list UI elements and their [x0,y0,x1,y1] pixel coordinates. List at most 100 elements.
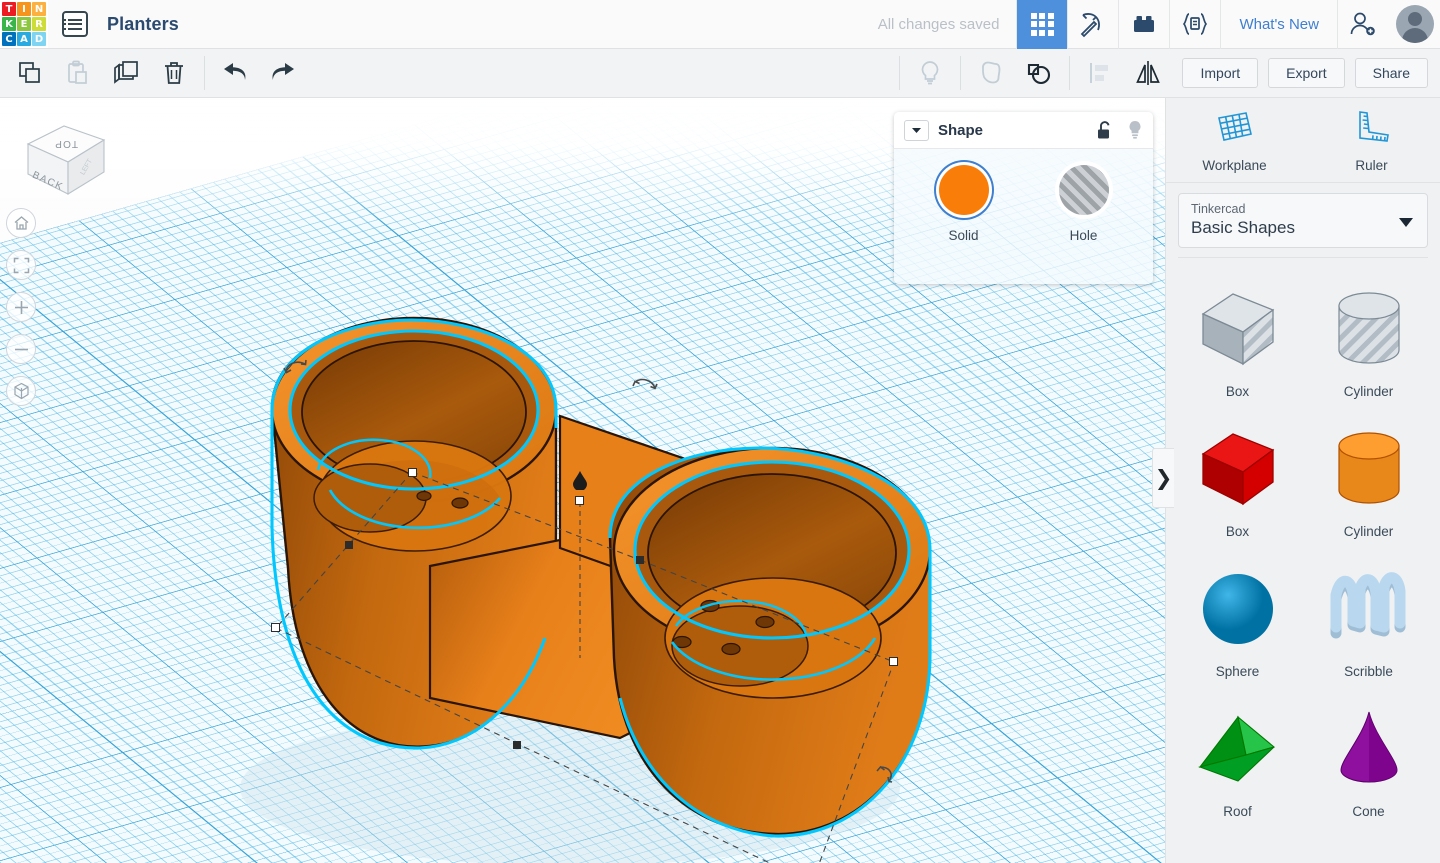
shape-cylinder-orange-label: Cylinder [1343,524,1394,539]
library-value: Basic Shapes [1191,218,1295,237]
group-icon[interactable] [967,49,1015,97]
shape-scribble[interactable]: Scribble [1303,552,1434,692]
logo-tile-t: T [2,2,16,16]
shape-dome-art [1172,838,1303,863]
shape-scribble-label: Scribble [1344,664,1393,679]
pickaxe-icon[interactable] [1068,0,1118,49]
shape-sphere[interactable]: Sphere [1172,552,1303,692]
divider [899,56,901,90]
home-view-button[interactable] [6,208,36,238]
hole-option[interactable]: Hole [1049,165,1119,243]
hole-swatch[interactable] [1058,165,1109,215]
export-button[interactable]: Export [1268,58,1345,88]
align-icon[interactable] [1076,49,1124,97]
logo-tile-i: I [17,2,31,16]
logo-tile-a: A [17,32,31,46]
rotate-handle-bottom[interactable] [874,763,900,785]
shape-cylinder-orange[interactable]: Cylinder [1303,412,1434,552]
brick-icon[interactable] [1119,0,1169,49]
user-avatar[interactable] [1396,5,1434,43]
workplane-label: Workplane [1202,158,1267,173]
workplane-tool[interactable]: Workplane [1166,108,1303,182]
undo-icon[interactable] [211,49,259,97]
scale-handle-corner-left[interactable] [271,623,280,632]
design-grid-icon[interactable] [1017,0,1068,49]
divider [1069,56,1071,90]
shape-cylinder-orange-art [1303,418,1434,520]
import-button[interactable]: Import [1182,58,1259,88]
paste-icon[interactable] [54,49,102,97]
shape-cylinder-hole-label: Cylinder [1343,384,1394,399]
ortho-toggle-button[interactable] [6,376,36,406]
top-bar-right: All changes saved What's New [878,0,1440,49]
shape-scribble-art [1303,558,1434,660]
shape-box-red[interactable]: Box [1172,412,1303,552]
shapes-grid: Box Cylinder Box Cylinder Sphere Scribbl… [1166,258,1440,863]
redo-icon[interactable] [259,49,307,97]
shape-box-hole[interactable]: Box [1172,272,1303,412]
shape-cylinder-hole[interactable]: Cylinder [1303,272,1434,412]
ruler-label: Ruler [1355,158,1388,173]
logo-tile-e: E [17,17,31,31]
scale-handle-left[interactable] [345,541,353,549]
shape-sphere-art [1172,558,1303,660]
ruler-tool[interactable]: Ruler [1303,108,1440,182]
shape-box-red-label: Box [1225,524,1250,539]
codeblocks-icon[interactable] [1170,0,1220,49]
shape-library-select[interactable]: Tinkercad Basic Shapes [1178,193,1428,248]
edit-toolbar: Import Export Share [0,49,1440,98]
shape-wedge[interactable] [1303,832,1434,863]
rotate-handle-right[interactable] [632,375,658,397]
shape-panel-title: Shape [938,121,984,139]
delete-icon[interactable] [150,49,198,97]
zoom-out-button[interactable] [6,334,36,364]
height-cone-handle[interactable] [572,470,588,490]
collapse-caret-icon[interactable] [904,119,929,141]
design-title: Planters [107,13,179,34]
shape-box-hole-art [1172,278,1303,380]
copy-icon[interactable] [6,49,54,97]
shape-dome[interactable] [1172,832,1303,863]
toolbar-right: Import Export Share [893,49,1440,97]
add-person-icon[interactable] [1338,0,1388,49]
scale-handle-front[interactable] [513,741,521,749]
library-select-wrap: Tinkercad Basic Shapes [1166,183,1440,257]
ungroup-icon[interactable] [1015,49,1063,97]
view-cube[interactable]: TOP BACK LEFT [18,106,114,202]
sidebar-tools: Workplane Ruler [1166,98,1440,183]
collapse-panel-chevron-icon[interactable]: ❯ [1152,448,1174,508]
unlock-icon[interactable] [1096,120,1113,140]
divider [960,56,962,90]
shape-cone[interactable]: Cone [1303,692,1434,832]
logo-tile-n: N [32,2,46,16]
shape-roof[interactable]: Roof [1172,692,1303,832]
main-menu-button[interactable] [62,11,88,37]
scale-handle-right[interactable] [636,556,644,564]
tinkercad-logo[interactable]: TIN KER CAD [0,0,48,48]
chevron-down-icon [1399,217,1413,227]
duplicate-icon[interactable] [102,49,150,97]
lightbulb-icon[interactable] [906,49,954,97]
shape-properties-panel: Shape Solid Hole [894,112,1153,284]
fit-view-button[interactable] [6,250,36,280]
lightbulb-icon[interactable] [1127,120,1143,140]
scale-handle-top[interactable] [408,468,417,477]
shape-panel-body: Solid Hole [894,149,1153,284]
shape-box-red-art [1172,418,1303,520]
whats-new-link[interactable]: What's New [1221,16,1337,33]
shape-cone-art [1303,698,1434,800]
solid-swatch[interactable] [938,165,989,215]
height-handle[interactable] [575,496,584,505]
shape-cylinder-hole-art [1303,278,1434,380]
top-bar: TINKERCAD Planters All changes saved Wha… [0,0,1440,49]
ruler-icon [1358,111,1389,142]
solid-option[interactable]: Solid [929,165,999,243]
zoom-in-button[interactable] [6,292,36,322]
shape-panel-header: Shape [894,112,1153,149]
mirror-icon[interactable] [1124,49,1172,97]
scale-handle-corner-right[interactable] [889,657,898,666]
logo-tile-d: D [32,32,46,46]
rotate-handle-left[interactable] [283,358,309,380]
library-category: Tinkercad [1191,202,1246,216]
share-button[interactable]: Share [1354,58,1428,88]
